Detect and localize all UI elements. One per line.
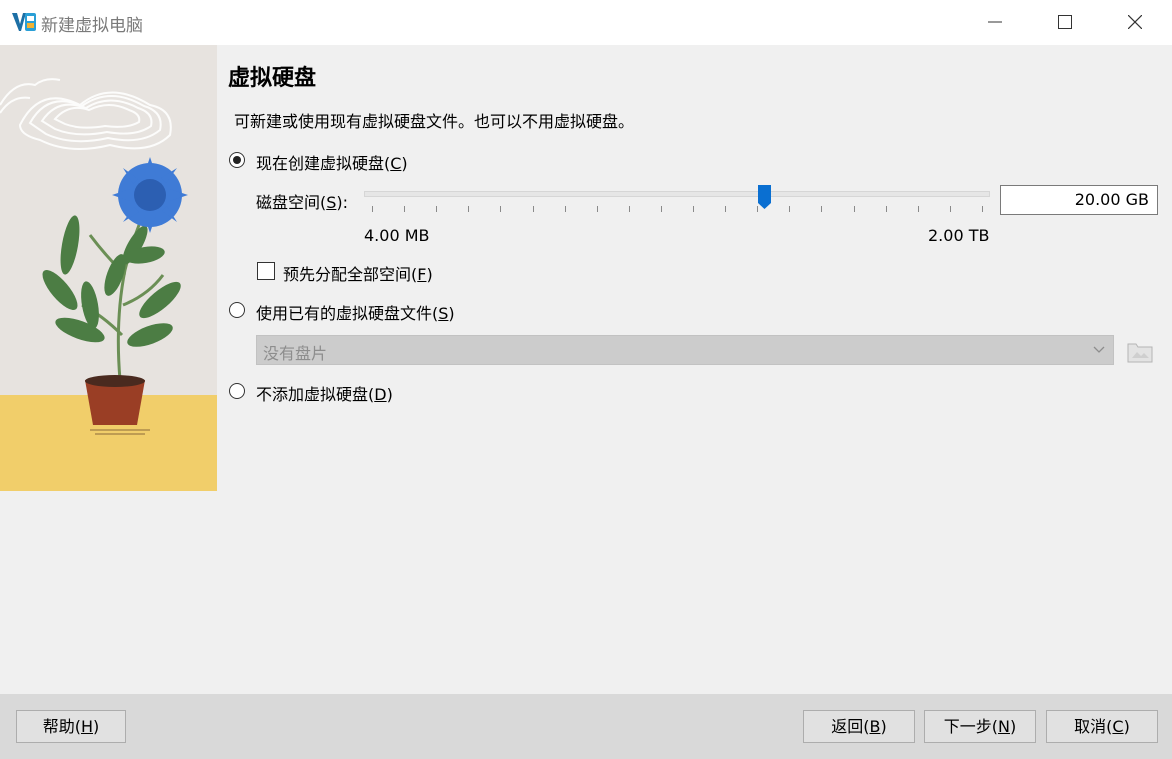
maximize-icon — [1058, 15, 1072, 29]
minimize-button[interactable] — [960, 0, 1030, 45]
existing-disk-combobox-value: 没有盘片 — [263, 344, 328, 363]
slider-tick — [596, 206, 598, 212]
disk-size-max-label: 2.00 TB — [928, 226, 990, 245]
slider-tick — [725, 206, 727, 212]
disk-size-label: 磁盘空间(S): — [256, 193, 349, 212]
disk-size-slider-track[interactable] — [364, 191, 990, 197]
slider-tick — [404, 206, 406, 212]
slider-tick — [500, 206, 502, 212]
slider-tick — [821, 206, 823, 212]
use-existing-disk-radio[interactable] — [229, 302, 245, 318]
window-title: 新建虚拟电脑 — [41, 16, 143, 36]
disk-size-slider-ticks — [364, 206, 990, 214]
slider-tick — [789, 206, 791, 212]
slider-tick — [436, 206, 438, 212]
back-button[interactable]: 返回(B) — [803, 710, 915, 743]
slider-tick — [628, 206, 630, 212]
slider-tick — [917, 206, 919, 212]
close-icon — [1128, 15, 1142, 29]
slider-tick — [885, 206, 887, 212]
no-disk-label[interactable]: 不添加虚拟硬盘(D) — [256, 381, 393, 405]
no-disk-radio[interactable] — [229, 383, 245, 399]
use-existing-disk-label[interactable]: 使用已有的虚拟硬盘文件(S) — [256, 300, 455, 324]
flower-head — [112, 157, 188, 233]
wizard-illustration — [0, 45, 217, 491]
slider-tick — [693, 206, 695, 212]
slider-tick — [853, 206, 855, 212]
preallocate-label[interactable]: 预先分配全部空间(F) — [283, 261, 433, 285]
create-new-disk-radio[interactable] — [229, 152, 245, 168]
minimize-icon — [988, 21, 1002, 23]
maximize-button[interactable] — [1030, 0, 1100, 45]
virtualbox-app-icon — [12, 13, 36, 31]
slider-tick — [982, 206, 983, 212]
create-new-disk-label[interactable]: 现在创建虚拟硬盘(C) — [256, 150, 408, 174]
slider-tick — [949, 206, 951, 212]
page-title: 虚拟硬盘 — [228, 66, 317, 91]
next-button[interactable]: 下一步(N) — [924, 710, 1036, 743]
close-button[interactable] — [1100, 0, 1170, 45]
cancel-button[interactable]: 取消(C) — [1046, 710, 1158, 743]
existing-disk-combobox[interactable]: 没有盘片 — [256, 335, 1114, 365]
preallocate-checkbox[interactable] — [257, 262, 275, 280]
disk-size-input[interactable]: 20.00 GB — [1000, 185, 1158, 215]
slider-tick — [660, 206, 662, 212]
title-bar: 新建虚拟电脑 — [0, 0, 1172, 45]
disk-size-min-label: 4.00 MB — [364, 226, 430, 245]
choose-disk-folder-icon[interactable] — [1126, 338, 1154, 364]
slider-tick — [757, 206, 759, 212]
page-description: 可新建或使用现有虚拟硬盘文件。也可以不用虚拟硬盘。 — [234, 112, 635, 131]
help-button[interactable]: 帮助(H) — [16, 710, 126, 743]
slider-tick — [532, 206, 534, 212]
slider-tick — [468, 206, 470, 212]
slider-tick — [372, 206, 373, 212]
slider-tick — [564, 206, 566, 212]
chevron-down-icon — [1093, 346, 1105, 353]
